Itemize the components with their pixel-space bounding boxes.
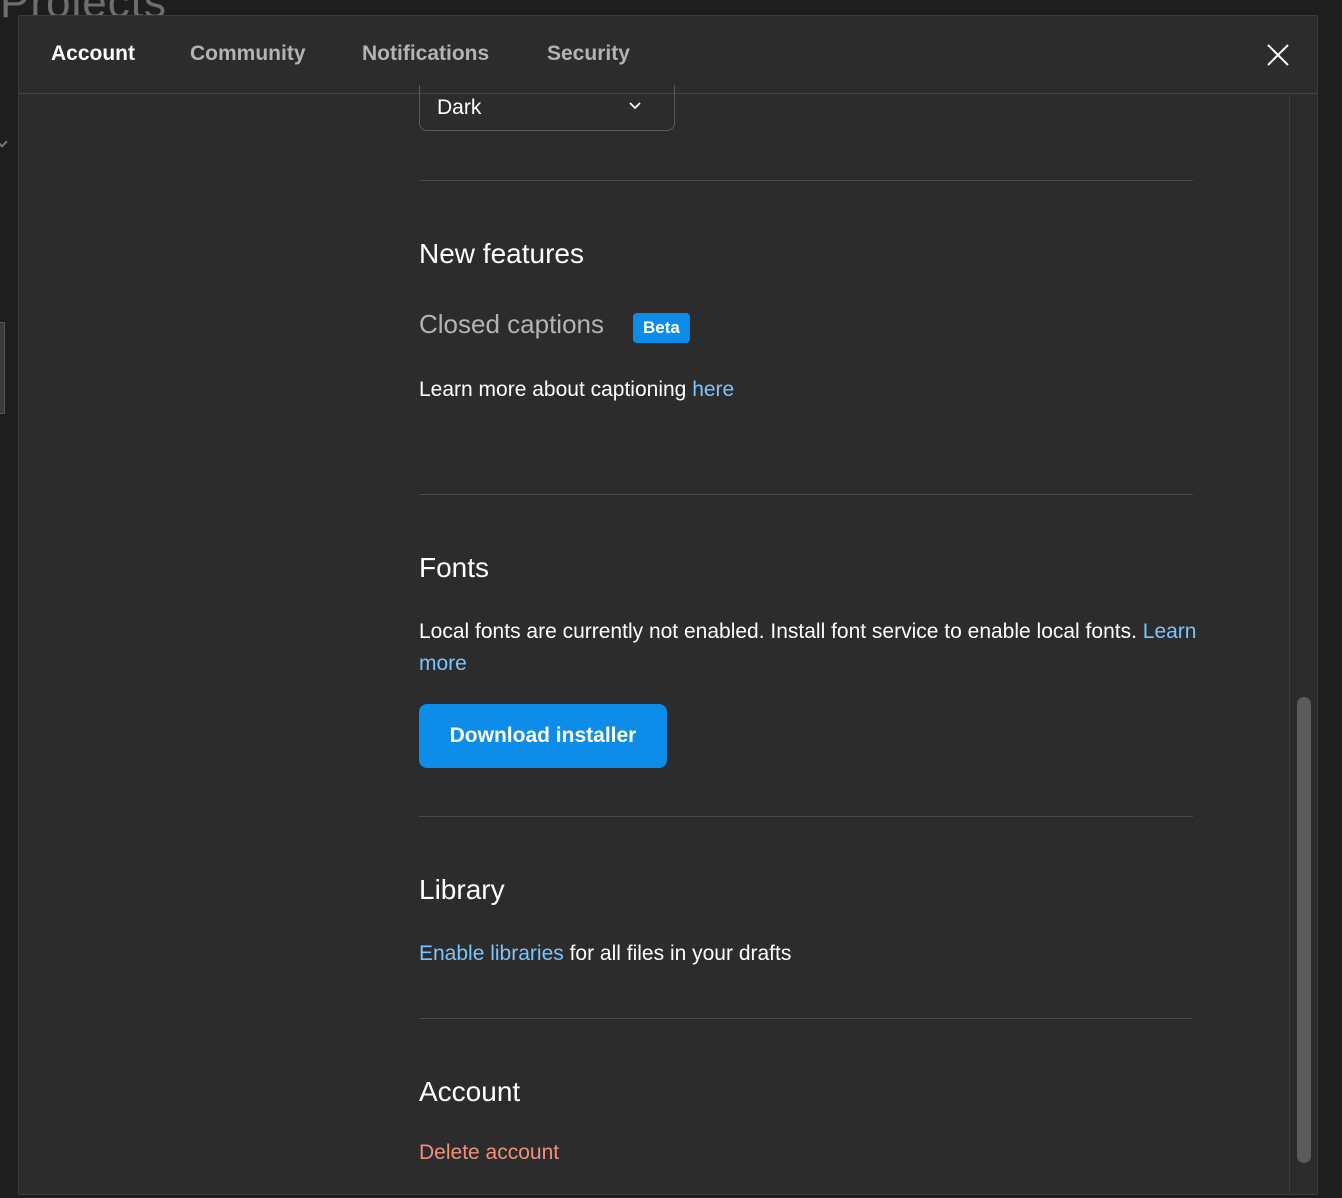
theme-select-value: Dark — [437, 95, 482, 119]
enable-libraries-link[interactable]: Enable libraries — [419, 942, 564, 965]
scrollbar-thumb[interactable] — [1297, 697, 1311, 1163]
settings-content: Dark New features Closed captions Beta L… — [19, 85, 1289, 1194]
fonts-description-text: Local fonts are currently not enabled. I… — [419, 620, 1143, 643]
captioning-info-text: Learn more about captioning — [419, 378, 693, 401]
download-installer-button[interactable]: Download installer — [419, 704, 667, 768]
tab-community[interactable]: Community — [190, 42, 306, 66]
account-heading: Account — [419, 1076, 521, 1107]
tab-security[interactable]: Security — [547, 42, 630, 66]
delete-account-link[interactable]: Delete account — [419, 1141, 559, 1165]
new-features-heading: New features — [419, 238, 584, 269]
scrollbar-track[interactable] — [1289, 95, 1317, 1194]
chevron-down-icon — [629, 102, 641, 110]
settings-tab-bar: Account Community Notifications Security — [19, 16, 1317, 94]
library-info: Enable libraries for all files in your d… — [419, 938, 791, 970]
close-button[interactable] — [1265, 42, 1291, 68]
theme-select[interactable]: Dark — [419, 85, 675, 131]
close-icon — [1267, 44, 1289, 66]
tab-notifications[interactable]: Notifications — [362, 42, 489, 66]
library-info-text: for all files in your drafts — [563, 942, 792, 965]
fonts-description: Local fonts are currently not enabled. I… — [419, 616, 1199, 680]
settings-modal: Account Community Notifications Security… — [18, 15, 1318, 1195]
captioning-info: Learn more about captioning here — [419, 374, 734, 406]
section-divider — [419, 494, 1193, 495]
captioning-here-link[interactable]: here — [692, 378, 734, 401]
section-divider — [419, 816, 1193, 817]
section-divider — [419, 180, 1193, 181]
closed-captions-label: Closed captions — [419, 309, 604, 339]
library-heading: Library — [419, 874, 505, 905]
section-divider — [419, 1018, 1193, 1019]
beta-badge: Beta — [633, 313, 690, 343]
background-panel-edge — [0, 322, 5, 414]
tab-account[interactable]: Account — [51, 42, 135, 66]
background-chevron-icon — [0, 136, 8, 148]
fonts-heading: Fonts — [419, 552, 490, 583]
